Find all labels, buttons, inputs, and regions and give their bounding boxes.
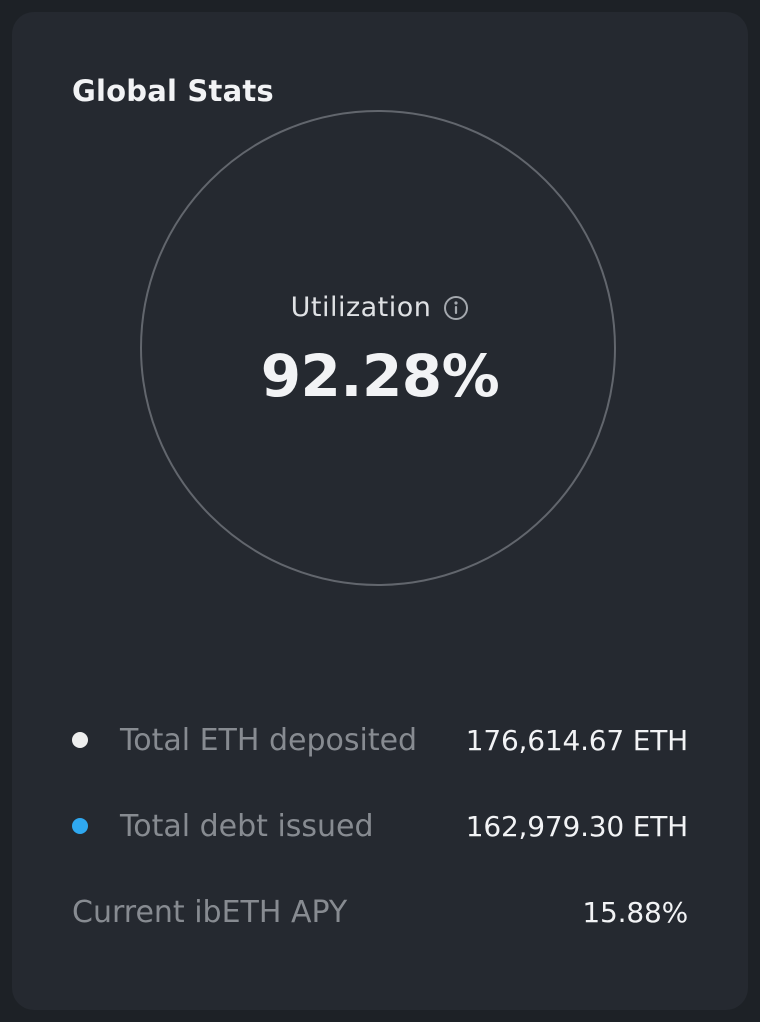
debt-legend-dot: [72, 818, 88, 834]
stat-label: Current ibETH APY: [72, 894, 348, 930]
utilization-label-row: Utilization: [12, 292, 748, 323]
stat-value: 15.88%: [582, 895, 688, 929]
info-icon[interactable]: [443, 295, 469, 321]
global-stats-card: Global Stats Utilization 92.28% Total ET…: [12, 12, 748, 1010]
stat-label: Total ETH deposited: [120, 722, 418, 758]
stat-value: 176,614.67 ETH: [465, 723, 688, 757]
deposit-legend-dot: [72, 732, 88, 748]
stat-row-current-ibeth-apy: Current ibETH APY 15.88%: [72, 890, 688, 934]
utilization-value: 92.28%: [260, 342, 500, 410]
stat-label: Total debt issued: [120, 808, 374, 844]
stat-row-total-eth-deposited: Total ETH deposited 176,614.67 ETH: [72, 718, 688, 762]
stat-row-total-debt-issued: Total debt issued 162,979.30 ETH: [72, 804, 688, 848]
stat-value: 162,979.30 ETH: [465, 809, 688, 843]
utilization-label: Utilization: [290, 292, 432, 323]
card-title: Global Stats: [72, 74, 274, 108]
